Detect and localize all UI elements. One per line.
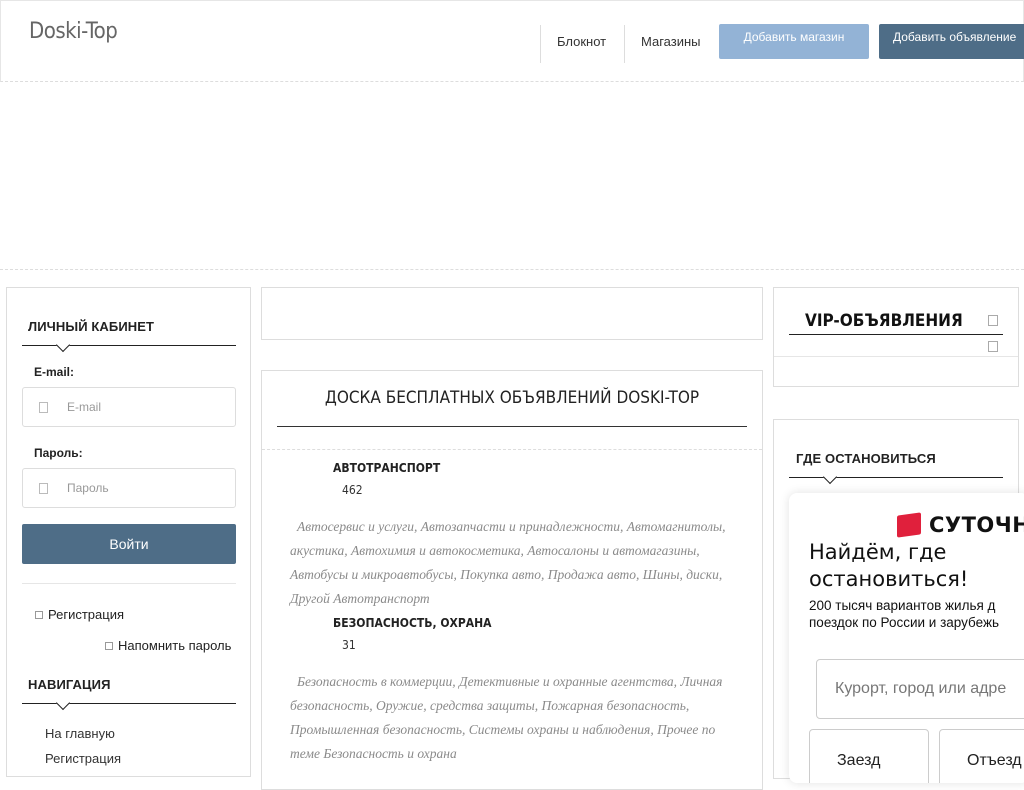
nav-separator [624,25,625,63]
vip-divider [774,356,1018,357]
cabinet-underline-notch [55,337,71,353]
sidebar-item-home[interactable]: На главную [45,726,115,741]
sutochno-logo-icon [897,512,921,538]
cabinet-title: ЛИЧНЫЙ КАБИНЕТ [28,319,155,334]
lock-icon [39,483,48,494]
navigation-underline-notch [55,695,71,711]
category-title-security[interactable]: БЕЗОПАСНОСТЬ, ОХРАНА [333,616,492,630]
ad-banner-area [0,82,1024,270]
nav-link-shops[interactable]: Магазины [641,34,701,49]
user-plus-icon [35,610,43,619]
page-title: ДОСКА БЕСПЛАТНЫХ ОБЪЯВЛЕНИЙ DOSKI-TOP [324,388,700,408]
register-link[interactable]: Регистрация [35,607,124,622]
nav-separator [540,25,541,63]
nav-link-notebook[interactable]: Блокнот [557,34,606,49]
category-subs-security[interactable]: Безопасность в коммерции, Детективные и … [290,670,735,766]
navigation-title: НАВИГАЦИЯ [28,677,111,692]
sutochno-brand: СУТОЧНО [929,513,1024,537]
remind-password-label: Напомнить пароль [118,638,232,653]
title-divider [262,449,762,450]
login-button[interactable]: Войти [22,524,236,564]
vip-panel: VIP-ОБЪЯВЛЕНИЯ [773,287,1019,387]
where-underline-notch [822,469,838,485]
password-field[interactable] [22,468,236,508]
password-input[interactable] [67,469,227,507]
divider [22,583,236,584]
remind-password-link[interactable]: Напомнить пароль [105,638,231,653]
vip-title: VIP-ОБЪЯВЛЕНИЯ [805,311,963,331]
widget-heading: Найдём, где остановиться! [809,540,969,591]
sidebar-item-registration[interactable]: Регистрация [45,751,121,766]
site-header: Doski-Top Блокнот Магазины Добавить мага… [0,0,1024,82]
email-icon [39,402,48,413]
site-logo[interactable]: Doski-Top [29,19,118,44]
add-shop-button[interactable]: Добавить магазин [719,24,869,59]
prev-arrow-icon[interactable] [988,315,998,326]
title-underline [277,426,747,427]
destination-search-input[interactable]: Курорт, город или адре [816,659,1024,719]
category-title-auto[interactable]: АВТОТРАНСПОРТ [333,461,440,475]
category-count-security: 31 [342,638,356,652]
password-label: Пароль: [34,446,83,460]
checkout-field[interactable]: Отъезд [939,729,1024,783]
sutochno-logo[interactable]: СУТОЧНО [897,512,1024,538]
where-to-stay-title: ГДЕ ОСТАНОВИТЬСЯ [796,451,936,466]
main-content: ДОСКА БЕСПЛАТНЫХ ОБЪЯВЛЕНИЙ DOSKI-TOP АВ… [261,370,763,790]
email-field[interactable] [22,387,236,427]
widget-text: 200 тысяч вариантов жилья д поездок по Р… [809,598,1000,630]
category-count-auto: 462 [342,483,363,497]
next-arrow-icon[interactable] [988,341,998,352]
left-sidebar: ЛИЧНЫЙ КАБИНЕТ E-mail: Пароль: Войти Рег… [6,287,251,777]
sutochno-widget: СУТОЧНО Найдём, где остановиться! 200 ты… [789,493,1024,783]
key-icon [105,641,113,650]
vip-underline [789,334,1003,335]
email-input[interactable] [67,388,227,426]
email-label: E-mail: [34,365,75,379]
navigation-underline [22,703,236,704]
cabinet-underline [22,345,236,346]
add-ad-button[interactable]: Добавить объявление [879,24,1024,59]
register-link-label: Регистрация [48,607,124,622]
where-underline [789,477,1003,478]
category-subs-auto[interactable]: Автосервис и услуги, Автозапчасти и прин… [290,515,735,611]
checkin-field[interactable]: Заезд [809,729,929,783]
center-top-box [261,287,763,340]
